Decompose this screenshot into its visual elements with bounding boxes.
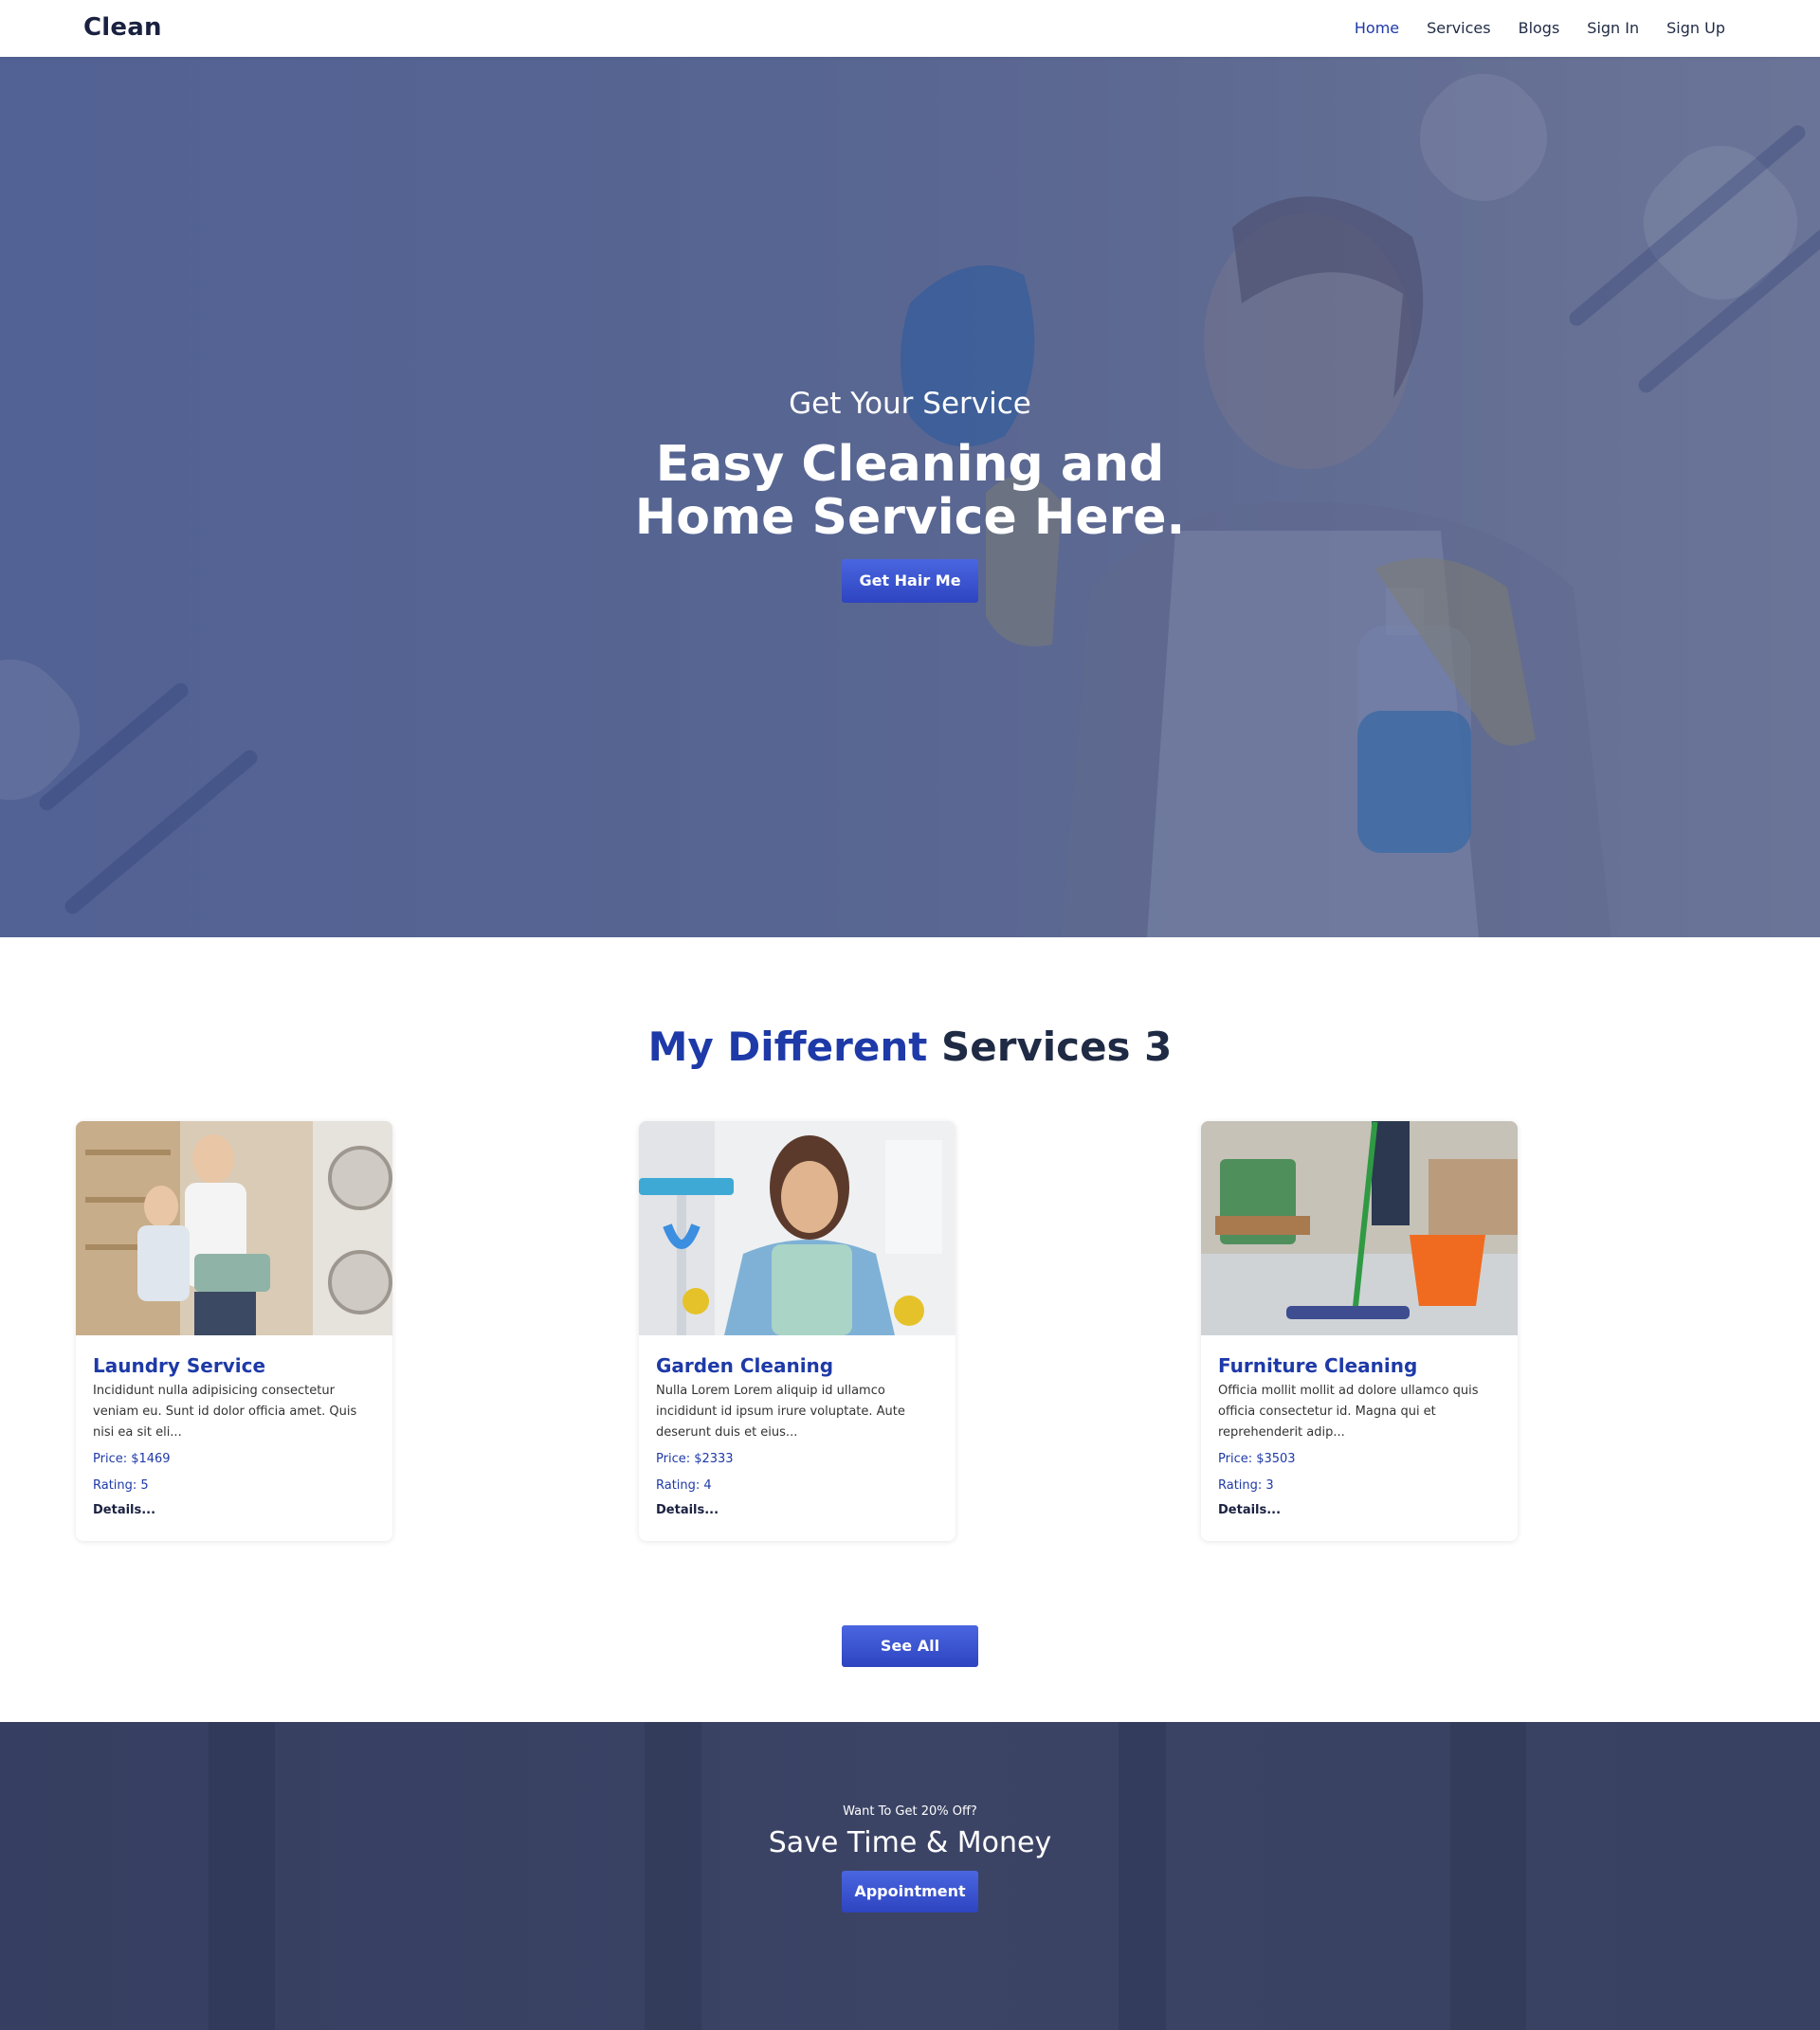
furniture-image-art xyxy=(1201,1121,1518,1335)
card-body: Garden Cleaning Nulla Lorem Lorem aliqui… xyxy=(639,1335,956,1517)
service-card-garden: Garden Cleaning Nulla Lorem Lorem aliqui… xyxy=(639,1121,956,1541)
laundry-image-art xyxy=(76,1121,392,1335)
garden-image-art xyxy=(639,1121,956,1335)
hero-title-line-2: Home Service Here. xyxy=(634,489,1186,546)
nav-link-services[interactable]: Services xyxy=(1427,19,1490,37)
hero-subtitle: Get Your Service xyxy=(789,387,1031,421)
promo-subtitle: Want To Get 20% Off? xyxy=(843,1804,977,1819)
card-rating: Rating: 3 xyxy=(1218,1478,1274,1493)
hero-cta-button[interactable]: Get Hair Me xyxy=(842,559,978,603)
services-heading-rest: Services 3 xyxy=(940,1024,1173,1070)
nav-links: Home Services Blogs Sign In Sign Up xyxy=(1355,19,1725,37)
service-card-laundry: Laundry Service Incididunt nulla adipisi… xyxy=(76,1121,392,1541)
card-title[interactable]: Laundry Service xyxy=(93,1354,375,1377)
card-price: Price: $2333 xyxy=(656,1452,734,1466)
appointment-button[interactable]: Appointment xyxy=(842,1871,978,1912)
top-navbar: Clean Home Services Blogs Sign In Sign U… xyxy=(0,0,1820,57)
nav-link-sign-in[interactable]: Sign In xyxy=(1587,19,1639,37)
site-logo[interactable]: Clean xyxy=(83,13,162,42)
services-heading-accent: My Different xyxy=(647,1024,928,1070)
card-details-link[interactable]: Details... xyxy=(656,1503,938,1517)
card-body: Furniture Cleaning Officia mollit mollit… xyxy=(1201,1335,1518,1517)
card-description: Officia mollit mollit ad dolore ullamco … xyxy=(1218,1384,1479,1440)
service-card-furniture: Furniture Cleaning Officia mollit mollit… xyxy=(1201,1121,1518,1541)
promo-content: Want To Get 20% Off? Save Time & Money A… xyxy=(0,1804,1820,1912)
nav-link-blogs[interactable]: Blogs xyxy=(1519,19,1560,37)
card-rating: Rating: 4 xyxy=(656,1478,712,1493)
card-title[interactable]: Furniture Cleaning xyxy=(1218,1354,1501,1377)
laundry-service-image xyxy=(76,1121,392,1335)
card-description: Incididunt nulla adipisicing consectetur… xyxy=(93,1384,357,1440)
nav-link-sign-up[interactable]: Sign Up xyxy=(1666,19,1725,37)
hero-content: Get Your Service Easy Cleaning and Home … xyxy=(0,387,1820,603)
see-all-button[interactable]: See All xyxy=(842,1625,978,1667)
garden-cleaning-image xyxy=(639,1121,956,1335)
card-details-link[interactable]: Details... xyxy=(93,1503,375,1517)
card-title[interactable]: Garden Cleaning xyxy=(656,1354,938,1377)
nav-link-home[interactable]: Home xyxy=(1355,19,1399,37)
card-price: Price: $1469 xyxy=(93,1452,171,1466)
hero-title-line-1: Easy Cleaning and xyxy=(655,436,1165,493)
card-rating: Rating: 5 xyxy=(93,1478,149,1493)
card-description: Nulla Lorem Lorem aliquip id ullamco inc… xyxy=(656,1384,905,1440)
promo-title: Save Time & Money xyxy=(768,1826,1052,1859)
card-price: Price: $3503 xyxy=(1218,1452,1296,1466)
hero-title: Easy Cleaning and Home Service Here. xyxy=(0,438,1820,544)
hero-banner: Get Your Service Easy Cleaning and Home … xyxy=(0,57,1820,937)
furniture-cleaning-image xyxy=(1201,1121,1518,1335)
card-details-link[interactable]: Details... xyxy=(1218,1503,1501,1517)
card-body: Laundry Service Incididunt nulla adipisi… xyxy=(76,1335,392,1517)
promo-banner: Want To Get 20% Off? Save Time & Money A… xyxy=(0,1722,1820,2030)
services-heading: My Different Services 3 xyxy=(0,1024,1820,1070)
